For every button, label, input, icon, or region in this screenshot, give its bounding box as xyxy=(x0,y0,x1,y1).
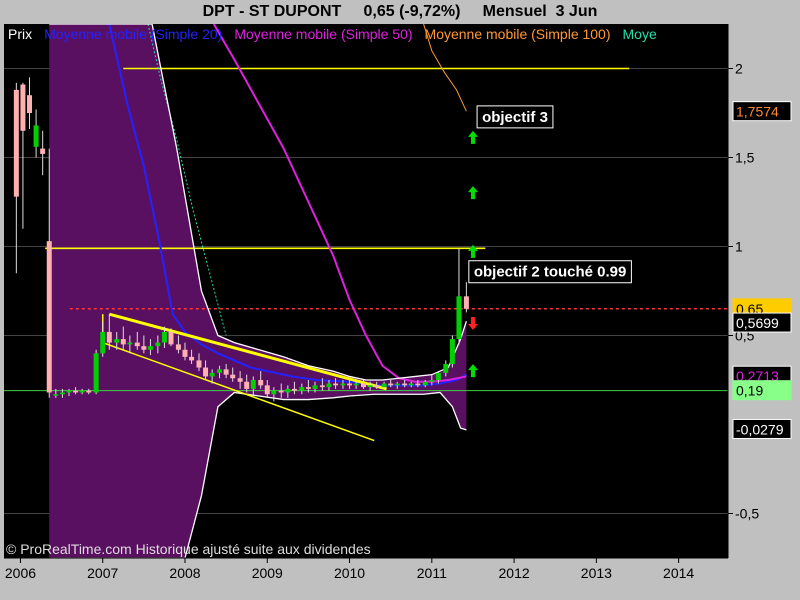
candle-body xyxy=(408,383,414,386)
candle-body xyxy=(40,148,46,154)
candle-body xyxy=(100,331,106,354)
candle-body xyxy=(271,390,277,395)
candle-body xyxy=(299,387,305,391)
x-tick-label: 2010 xyxy=(334,565,365,581)
candle-body xyxy=(388,383,394,386)
candle-body xyxy=(374,385,380,388)
y-tick-label: 2 xyxy=(735,61,743,77)
candle-body xyxy=(46,241,52,393)
candle-body xyxy=(361,383,367,388)
candle-body xyxy=(217,369,223,373)
candle-body xyxy=(353,383,359,386)
candle-body xyxy=(381,383,387,388)
watermark: © ProRealTime.com Historique ajusté suit… xyxy=(6,541,371,557)
candle-body xyxy=(86,390,92,393)
x-tick-label: 2009 xyxy=(252,565,283,581)
candle-body xyxy=(264,385,270,395)
value-badge-label: 1,7574 xyxy=(736,104,779,120)
x-tick-label: 2013 xyxy=(581,565,612,581)
candle-body xyxy=(415,383,421,386)
y-tick-label: -0,5 xyxy=(735,506,759,522)
candle-body xyxy=(196,360,202,368)
candle-body xyxy=(182,349,188,357)
candle-body xyxy=(20,84,26,131)
candle-body xyxy=(402,383,408,386)
candle-body xyxy=(93,353,99,393)
value-badge-label: -0,0279 xyxy=(736,421,784,437)
candle-body xyxy=(305,387,311,389)
candle-body xyxy=(106,331,112,343)
value-badge-label: 0,19 xyxy=(736,383,763,399)
candle-body xyxy=(33,125,39,147)
candle-body xyxy=(347,383,353,386)
candle-body xyxy=(66,390,72,393)
x-tick-label: 2011 xyxy=(417,565,447,581)
candle-body xyxy=(127,342,133,345)
x-tick-label: 2012 xyxy=(499,565,530,581)
candle-body xyxy=(291,388,297,391)
legend-item: Moye xyxy=(623,26,657,42)
candle-body xyxy=(326,383,332,388)
candle-body xyxy=(312,385,318,389)
candle-body xyxy=(147,346,153,350)
candle-body xyxy=(449,339,455,364)
y-tick-label: 1 xyxy=(735,239,743,255)
candle-body xyxy=(258,380,264,386)
candle-body xyxy=(161,331,167,343)
candle-body xyxy=(73,390,79,393)
x-tick-label: 2014 xyxy=(663,565,694,581)
candle-body xyxy=(394,383,400,386)
candle-body xyxy=(155,342,161,347)
candle-body xyxy=(367,385,373,388)
y-tick-label: 1,5 xyxy=(735,150,755,166)
candle-body xyxy=(237,378,243,382)
candle-body xyxy=(223,369,229,375)
candle-body xyxy=(209,372,215,377)
candle-body xyxy=(456,296,462,340)
candle-body xyxy=(79,390,85,393)
candle-body xyxy=(120,339,126,345)
candle-body xyxy=(429,380,435,382)
candle-body xyxy=(435,372,441,380)
annotation-objectif-2: objectif 2 touché 0.99 xyxy=(474,264,627,281)
candle-body xyxy=(340,383,346,386)
candle-body xyxy=(27,95,33,113)
candle-body xyxy=(422,381,428,386)
candle-body xyxy=(189,356,195,361)
candle-body xyxy=(443,363,449,373)
candle-body xyxy=(319,385,325,388)
legend-item: Moyenne mobile (Simple 100) xyxy=(425,26,611,42)
candle-body xyxy=(59,392,65,395)
candle-body xyxy=(463,296,469,309)
x-tick-label: 2006 xyxy=(5,565,36,581)
candle-body xyxy=(141,346,147,350)
candle-body xyxy=(250,380,256,389)
x-tick-label: 2008 xyxy=(169,565,200,581)
legend-item: Moyenne mobile (Simple 50) xyxy=(234,26,412,42)
legend-item: Moyenne mobile (Simple 20) xyxy=(44,26,222,42)
candle-body xyxy=(230,374,236,379)
candle-body xyxy=(278,390,284,393)
value-badge-label: 0,5699 xyxy=(736,315,779,331)
candle-body xyxy=(13,89,19,197)
x-tick-label: 2007 xyxy=(87,565,118,581)
annotation-objectif-3: objectif 3 xyxy=(482,109,548,126)
candle-body xyxy=(175,344,181,350)
candle-body xyxy=(285,388,291,393)
candle-body xyxy=(333,383,339,386)
candle-body xyxy=(244,381,250,389)
legend-item: Prix xyxy=(8,26,32,42)
candle-body xyxy=(134,342,140,347)
candle-body xyxy=(168,331,174,345)
candle-body xyxy=(114,339,120,343)
candle-body xyxy=(53,394,59,396)
price-chart: objectif 3 objectif 2 touché 0.99 Prix Moye… xyxy=(4,24,800,581)
candle-body xyxy=(203,367,209,377)
